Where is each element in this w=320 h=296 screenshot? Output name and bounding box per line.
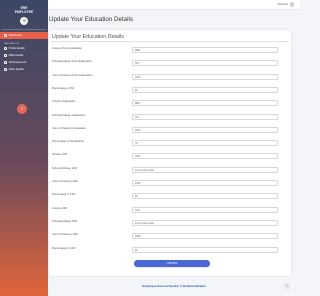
field-input[interactable]: 2015 xyxy=(132,73,278,80)
field-label: School/College 12th xyxy=(52,165,78,170)
field-input[interactable]: SSC xyxy=(132,206,278,213)
brand: ERE EMPLOYEE xyxy=(0,0,48,14)
card-divider xyxy=(51,41,289,42)
form-row: School/College 12th lorem ipsum dolor xyxy=(49,166,291,174)
sidebar-avatar[interactable] xyxy=(20,17,28,25)
form-row: Stream 12th CSE xyxy=(49,152,291,160)
form-row: Year of Passing Graduation 2013 xyxy=(49,126,291,134)
field-label: Course Graduation xyxy=(52,99,76,104)
field-label: Year of Passing 10th xyxy=(52,232,78,237)
field-label: Stream 12th xyxy=(52,152,68,157)
user-icon xyxy=(4,47,7,50)
form-row: Percentage of Graduation 78 xyxy=(49,139,291,147)
field-input[interactable]: 80 xyxy=(132,246,278,253)
scroll-top-button[interactable]: ˄ xyxy=(284,283,290,289)
brand-line-2: EMPLOYEE xyxy=(14,10,34,14)
education-form-card: Update Your Education Details Course Pos… xyxy=(49,30,291,276)
skills-icon xyxy=(4,54,7,57)
footer-text: Employee Record System © ReflexionDrawn xyxy=(142,284,206,288)
sidebar-item-label: Skills Details xyxy=(8,54,24,57)
sidebar-item-label: Other Details xyxy=(8,68,24,71)
update-button[interactable]: UPDATE xyxy=(134,260,210,267)
user-menu[interactable]: Ramshad xyxy=(278,2,294,7)
field-input[interactable]: NIT xyxy=(132,113,278,120)
sidebar-toggle-button[interactable]: ‹ xyxy=(17,104,27,114)
field-label: Course Post Graduation xyxy=(52,46,83,50)
chevron-up-icon: ˄ xyxy=(286,284,288,288)
sidebar: ERE EMPLOYEE Dashboard NAVIGATION Profil… xyxy=(0,0,48,296)
field-label: Year of Passing Graduation xyxy=(52,125,87,130)
sidebar-item-label: Profile Details xyxy=(8,47,25,50)
chevron-left-icon: ‹ xyxy=(21,106,23,112)
sidebar-item-job-experience[interactable]: Job Experience xyxy=(0,59,48,66)
form-row: School/College 10th lorem ipsum dolor xyxy=(49,219,291,227)
card-title: Update Your Education Details xyxy=(52,34,124,40)
sidebar-item-label: Dashboard xyxy=(8,34,22,37)
field-input[interactable]: lorem ipsum dolor xyxy=(132,166,278,173)
user-avatar-icon xyxy=(289,2,294,7)
form-row: Year of Passing Post Graduation 2015 xyxy=(49,73,291,81)
field-input[interactable]: 78 xyxy=(132,140,278,147)
field-input[interactable]: 2008 xyxy=(132,233,278,240)
field-label: Year of Passing 12th xyxy=(52,179,78,183)
field-label: Percentage of Graduation xyxy=(52,139,85,144)
form-row: School/College Graduation NIT xyxy=(49,113,291,121)
field-input[interactable]: 2013 xyxy=(132,126,278,133)
field-label: Percentage in 10th xyxy=(52,245,76,250)
field-label: School/College Graduation xyxy=(52,112,86,117)
form-row: School/College Post Graduation NIT xyxy=(49,59,291,67)
dashboard-icon xyxy=(4,34,7,37)
field-label: School/College 10th xyxy=(52,218,78,223)
field-label: School/College Post Graduation xyxy=(52,59,92,64)
user-name: Ramshad xyxy=(277,2,288,6)
field-input[interactable]: NIT xyxy=(132,60,278,67)
sidebar-item-label: Job Experience xyxy=(8,61,27,64)
field-label: Course 10th xyxy=(52,205,68,210)
field-input[interactable]: MBA xyxy=(132,47,278,53)
sidebar-item-dashboard[interactable]: Dashboard xyxy=(0,32,48,39)
form-row: Percentage in 12th 80 xyxy=(49,192,291,200)
sidebar-item-profile[interactable]: Profile Details xyxy=(0,45,48,52)
page-title: Update Your Education Details xyxy=(49,16,133,23)
form-row: Course Graduation BBA xyxy=(49,99,291,107)
field-label: Percentage in 12th xyxy=(52,192,76,197)
field-label: Year of Passing Post Graduation xyxy=(52,72,93,77)
field-input[interactable]: CSE xyxy=(132,153,278,160)
field-label: Percentage of PG xyxy=(52,85,75,90)
field-input[interactable]: lorem ipsum dolor xyxy=(132,219,278,226)
field-input[interactable]: 80 xyxy=(132,193,278,200)
form-row: Year of Passing 12th 2010 xyxy=(49,179,291,187)
sidebar-divider xyxy=(2,29,46,30)
field-input[interactable]: 80 xyxy=(132,86,278,93)
top-bar: Ramshad xyxy=(48,0,300,10)
form-row: Course Post Graduation MBA xyxy=(49,46,291,54)
field-input[interactable]: BBA xyxy=(132,100,278,107)
field-input[interactable]: 2010 xyxy=(132,180,278,186)
form-row: Course 10th SSC xyxy=(49,206,291,214)
sidebar-item-other-details[interactable]: Other Details xyxy=(0,66,48,73)
form-row: Percentage of PG 80 xyxy=(49,86,291,94)
briefcase-icon xyxy=(4,61,7,64)
sidebar-item-skills[interactable]: Skills Details xyxy=(0,52,48,59)
form-row: Percentage in 10th 80 xyxy=(49,246,291,254)
form-row: Year of Passing 10th 2008 xyxy=(49,232,291,240)
info-icon xyxy=(4,68,7,71)
